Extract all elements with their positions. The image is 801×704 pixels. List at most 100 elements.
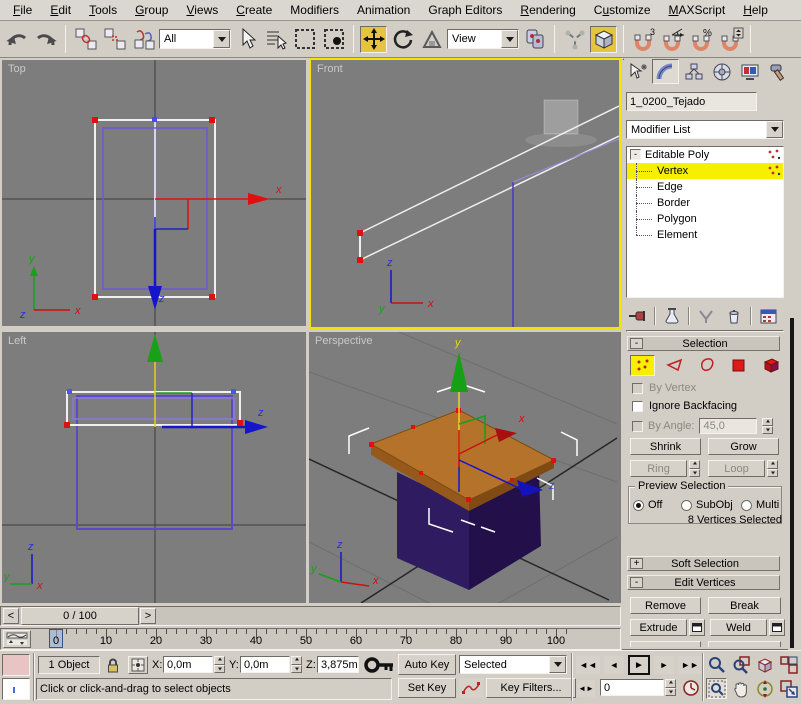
y-coordinate-field[interactable]: 0,0m: [240, 656, 290, 673]
ignore-backfacing-row[interactable]: Ignore Backfacing: [632, 400, 737, 412]
by-angle-row[interactable]: By Angle: 45,0: [632, 418, 774, 434]
zoom-extents-all-button[interactable]: [778, 654, 799, 675]
next-frame-button[interactable]: ►: [654, 656, 674, 674]
maxscript-listener-pink[interactable]: [2, 654, 30, 676]
tab-create[interactable]: [624, 59, 651, 84]
loop-button[interactable]: Loop: [708, 460, 765, 477]
tab-hierarchy[interactable]: [680, 59, 707, 84]
menu-help[interactable]: Help: [734, 1, 777, 19]
bind-to-space-warp-button[interactable]: [130, 26, 157, 53]
viewport-left[interactable]: Left z z y x: [2, 332, 306, 603]
polygon-mode-button[interactable]: [726, 355, 751, 376]
panel-scrollbar[interactable]: [790, 318, 794, 648]
zoom-all-button[interactable]: [730, 654, 751, 675]
mini-curve-editor-button[interactable]: [3, 630, 31, 648]
region-zoom-button[interactable]: [706, 678, 727, 699]
track-bar-ruler[interactable]: 0 10 20 30 40 50 60 70 80 90 100: [35, 629, 575, 649]
go-to-end-button[interactable]: ►►: [678, 656, 702, 674]
multi-radio[interactable]: [741, 499, 752, 511]
soft-selection-rollout-header[interactable]: + Soft Selection: [627, 556, 780, 571]
by-angle-spinner[interactable]: [762, 418, 774, 434]
z-coordinate-field[interactable]: 3,875m: [317, 656, 359, 673]
tab-motion[interactable]: [708, 59, 735, 84]
window-crossing-button[interactable]: [320, 26, 347, 53]
pan-button[interactable]: [730, 678, 751, 699]
spinner-snap-button[interactable]: [717, 26, 744, 53]
by-angle-checkbox[interactable]: [632, 420, 643, 432]
arc-rotate-button[interactable]: [754, 678, 775, 699]
border-mode-button[interactable]: [694, 355, 719, 376]
keyboard-override-toggle[interactable]: [364, 654, 394, 676]
key-filters-button[interactable]: Key Filters...: [486, 678, 576, 698]
make-unique-button[interactable]: [694, 306, 718, 326]
ring-button[interactable]: Ring: [630, 460, 687, 477]
collapse-box[interactable]: -: [630, 149, 641, 160]
tab-modify[interactable]: [652, 59, 679, 84]
show-end-result-button[interactable]: [660, 306, 684, 326]
remove-button[interactable]: Remove: [630, 597, 701, 614]
rectangular-selection-region-button[interactable]: [291, 26, 318, 53]
by-vertex-checkbox[interactable]: [632, 382, 643, 394]
stack-root-row[interactable]: - Editable Poly: [627, 147, 783, 163]
x-coordinate-field[interactable]: 0,0m: [163, 656, 213, 673]
preview-multi-option[interactable]: Multi: [741, 499, 779, 511]
x-spinner[interactable]: [214, 656, 225, 673]
absolute-mode-toggle[interactable]: [128, 656, 148, 674]
menu-views[interactable]: Views: [177, 1, 227, 19]
by-angle-field[interactable]: 45,0: [699, 418, 758, 434]
ignore-backfacing-checkbox[interactable]: [632, 400, 643, 412]
time-configuration-button[interactable]: [682, 679, 700, 697]
preview-subobj-option[interactable]: SubObj: [681, 499, 733, 511]
object-color-swatch[interactable]: [622, 58, 624, 60]
stack-item-border[interactable]: Border: [627, 195, 783, 211]
key-filter-dropdown[interactable]: Selected: [459, 655, 567, 674]
zoom-button[interactable]: [706, 654, 727, 675]
vertex-mode-button[interactable]: [630, 354, 655, 376]
set-key-button[interactable]: Set Key: [398, 678, 456, 698]
shrink-button[interactable]: Shrink: [630, 438, 701, 455]
viewport-front[interactable]: Front z x y: [309, 58, 621, 329]
by-vertex-row[interactable]: By Vertex: [632, 382, 696, 394]
dropdown-arrow-icon[interactable]: [501, 30, 518, 48]
use-pivot-point-center-button[interactable]: [521, 26, 548, 53]
play-button[interactable]: ►: [628, 655, 650, 675]
break-button[interactable]: Break: [708, 597, 781, 614]
stack-item-edge[interactable]: Edge: [627, 179, 783, 195]
stack-item-polygon[interactable]: Polygon: [627, 211, 783, 227]
ring-spinner[interactable]: [689, 460, 700, 477]
collapse-icon[interactable]: -: [630, 338, 643, 349]
subobj-radio[interactable]: [681, 499, 692, 511]
pin-stack-button[interactable]: [626, 306, 650, 326]
loop-spinner[interactable]: [767, 460, 778, 477]
menu-create[interactable]: Create: [227, 1, 281, 19]
extrude-button[interactable]: Extrude: [630, 619, 687, 636]
selection-rollout-header[interactable]: - Selection: [627, 336, 780, 351]
menu-edit[interactable]: Edit: [41, 1, 80, 19]
menu-rendering[interactable]: Rendering: [511, 1, 584, 19]
selection-lock-toggle[interactable]: [106, 657, 120, 674]
tab-display[interactable]: [736, 59, 763, 84]
stack-item-vertex[interactable]: Vertex: [627, 163, 783, 179]
y-spinner[interactable]: [291, 656, 302, 673]
configure-modifier-sets-button[interactable]: [756, 306, 780, 326]
remove-modifier-button[interactable]: [722, 306, 746, 326]
select-object-button[interactable]: [233, 26, 260, 53]
extrude-settings-button[interactable]: [689, 619, 705, 636]
preview-off-option[interactable]: Off: [633, 499, 662, 511]
dropdown-arrow-icon[interactable]: [213, 30, 230, 48]
menu-tools[interactable]: Tools: [80, 1, 126, 19]
zoom-extents-button[interactable]: [754, 654, 775, 675]
dropdown-arrow-icon[interactable]: [549, 656, 566, 673]
reference-coordinate-system-dropdown[interactable]: View: [447, 29, 519, 49]
current-frame-field[interactable]: 0: [600, 679, 664, 696]
auto-key-button[interactable]: Auto Key: [398, 654, 456, 675]
time-slider[interactable]: < 0 / 100 >: [0, 606, 621, 626]
snaps-toggle-button[interactable]: [590, 25, 617, 53]
menu-file[interactable]: File: [4, 1, 41, 19]
off-radio[interactable]: [633, 499, 644, 511]
weld-button[interactable]: Weld: [710, 619, 767, 636]
edge-mode-button[interactable]: [662, 355, 687, 376]
select-by-name-button[interactable]: [262, 26, 289, 53]
menu-animation[interactable]: Animation: [348, 1, 419, 19]
next-frame-arrow[interactable]: >: [140, 608, 156, 624]
